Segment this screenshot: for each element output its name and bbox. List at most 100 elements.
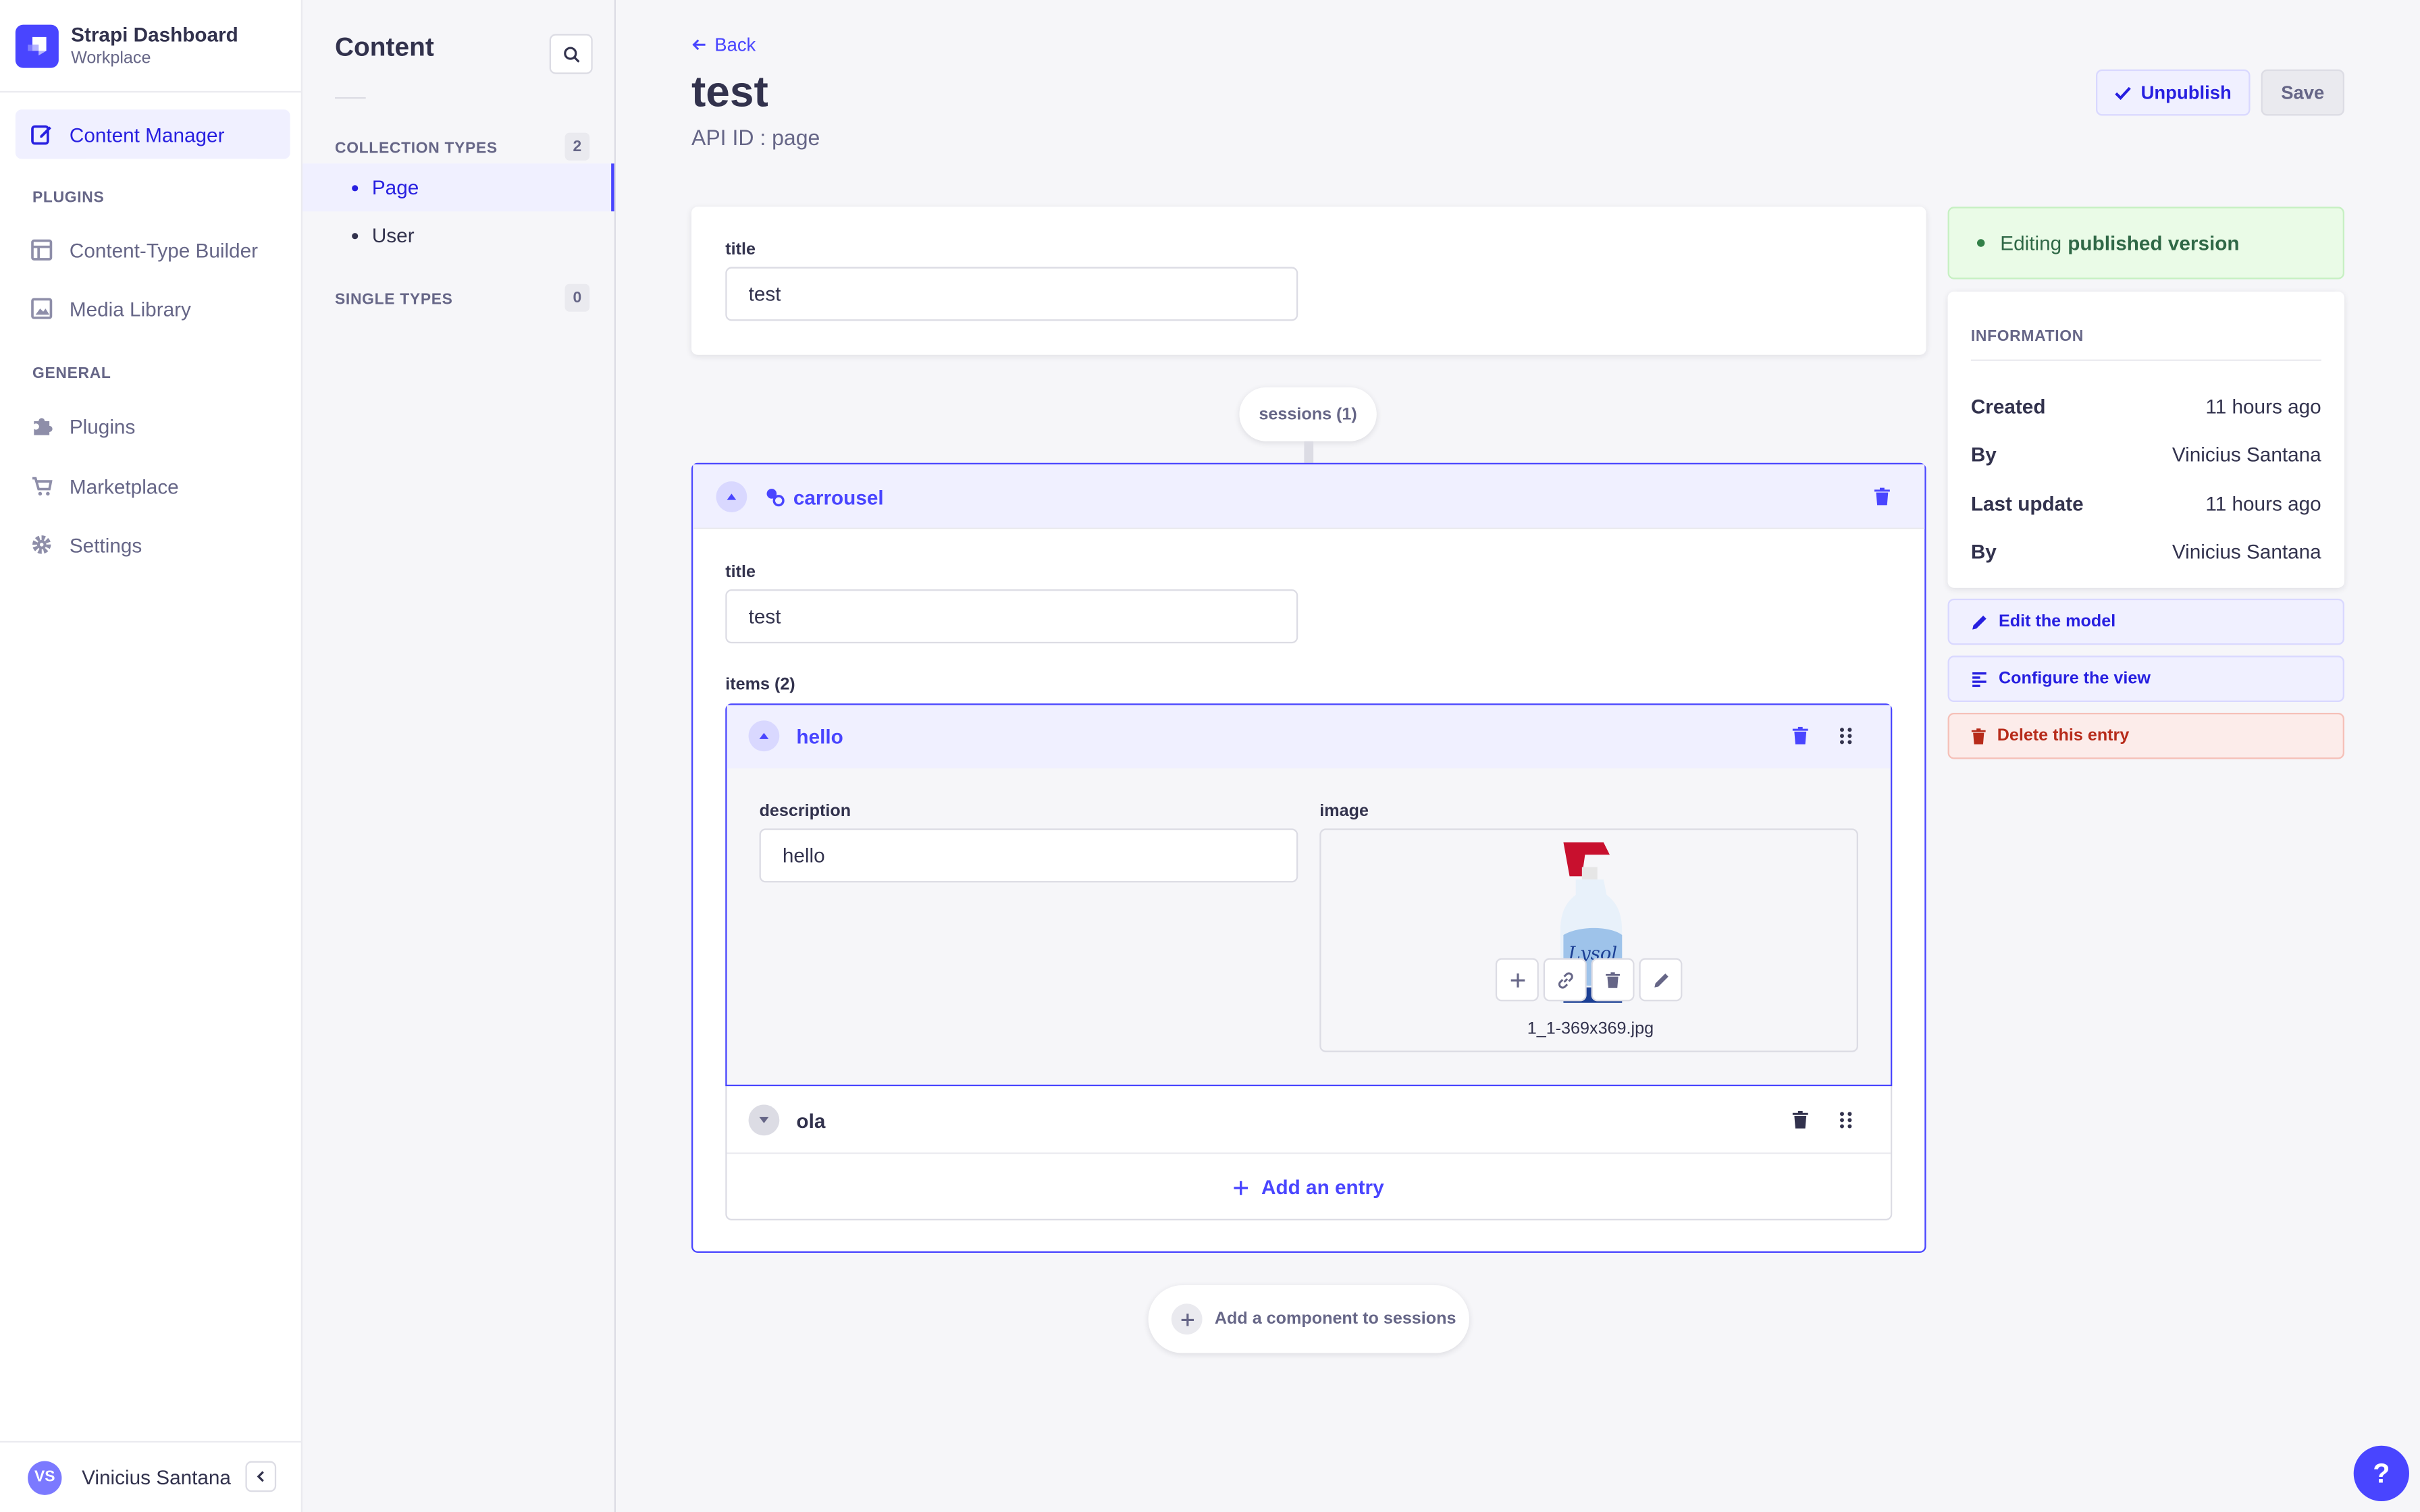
info-key: By: [1970, 539, 1997, 564]
drag-handle[interactable]: [1833, 724, 1858, 749]
information-panel: INFORMATION Created 11 hours ago By Vini…: [1947, 291, 2344, 588]
arrow-left-icon: [692, 39, 706, 51]
trash-icon: [1791, 1111, 1808, 1129]
comp-title-input[interactable]: test: [725, 589, 1298, 644]
user-name: Vinicius Santana: [82, 1465, 231, 1489]
caret-down-icon: [759, 1116, 769, 1123]
image-field[interactable]: Lysol 1_1-369x369.jpg: [1319, 828, 1858, 1052]
nav-content-type-builder-label: Content-Type Builder: [69, 238, 258, 262]
edit-asset-button[interactable]: [1639, 958, 1683, 1002]
avatar: VS: [28, 1460, 62, 1494]
chevron-left-icon: [257, 1471, 264, 1482]
status-dot-icon: [1976, 239, 1985, 247]
title-field-label: title: [725, 240, 756, 259]
edit-icon: [31, 124, 53, 145]
info-row-created-by: By Vinicius Santana: [1971, 443, 2321, 466]
puzzle-icon: [31, 415, 53, 437]
search-icon: [563, 46, 579, 62]
delete-item-button[interactable]: [1787, 1108, 1812, 1133]
list-item: hello description hello image Lysol 1_1-…: [725, 703, 1893, 1087]
nav-plugins[interactable]: Plugins: [16, 401, 290, 450]
subnav-item-label: Page: [371, 176, 419, 199]
add-component-button[interactable]: Add a component to sessions: [1148, 1285, 1469, 1353]
help-button[interactable]: ?: [2353, 1445, 2409, 1501]
gear-icon: [31, 534, 53, 556]
nav-settings-label: Settings: [69, 533, 142, 556]
divider: [334, 97, 366, 99]
nav-section-plugins: PLUGINS: [32, 190, 105, 207]
image-filename: 1_1-369x369.jpg: [1527, 1019, 1654, 1039]
plus-icon: [1234, 1180, 1248, 1195]
trash-icon: [1791, 726, 1808, 745]
carrousel-component: carrousel title test items (2) hello des…: [691, 462, 1926, 1253]
nav-media-library-label: Media Library: [69, 296, 191, 321]
brand[interactable]: Strapi Dashboard Workplace: [0, 0, 301, 93]
collapse-component-button[interactable]: [716, 481, 747, 512]
sub-nav: Content COLLECTION TYPES 2 Page User SIN…: [302, 0, 616, 1512]
connector-line: [1304, 441, 1314, 463]
add-entry-button[interactable]: Add an entry: [727, 1152, 1891, 1220]
unpublish-button[interactable]: Unpublish: [2095, 69, 2251, 116]
editing-prefix: Editing: [2000, 231, 2062, 255]
description-label: description: [759, 802, 851, 821]
info-value: Vinicius Santana: [2172, 539, 2321, 564]
comp-title-label: title: [725, 563, 756, 582]
info-key: Created: [1970, 395, 2046, 418]
nav-plugins-label: Plugins: [69, 414, 136, 437]
title-input[interactable]: test: [725, 267, 1298, 321]
api-id: API ID : page: [691, 125, 820, 150]
information-title: INFORMATION: [1970, 328, 2084, 346]
info-value: 11 hours ago: [2205, 395, 2321, 418]
back-link[interactable]: Back: [691, 34, 756, 55]
configure-view-button[interactable]: Configure the view: [1947, 655, 2344, 702]
subnav-item-page[interactable]: Page: [302, 163, 614, 212]
brand-subtitle: Workplace: [71, 49, 151, 68]
nav-marketplace[interactable]: Marketplace: [16, 461, 290, 510]
cart-icon: [31, 475, 53, 497]
brand-title: Strapi Dashboard: [71, 23, 238, 47]
edit-model-label: Edit the model: [1998, 612, 2116, 631]
add-asset-button[interactable]: [1495, 958, 1539, 1002]
divider: [1970, 359, 2321, 361]
list-item[interactable]: ola: [727, 1087, 1891, 1152]
info-row-updated-by: By Vinicius Santana: [1971, 540, 2321, 563]
title-card: title test: [691, 207, 1926, 355]
delete-entry-label: Delete this entry: [1997, 726, 2130, 745]
collection-types-count: 2: [564, 132, 590, 161]
delete-item-button[interactable]: [1787, 724, 1812, 749]
collection-types-heading[interactable]: COLLECTION TYPES: [335, 140, 498, 157]
expand-item-button[interactable]: [748, 1104, 780, 1136]
items-label: items (2): [725, 676, 795, 695]
layout-icon: [31, 239, 53, 261]
collapse-nav-button[interactable]: [245, 1461, 277, 1492]
trash-icon: [1971, 728, 1986, 744]
info-value: Vinicius Santana: [2172, 442, 2321, 466]
single-types-heading[interactable]: SINGLE TYPES: [335, 292, 453, 308]
delete-component-button[interactable]: [1869, 485, 1894, 510]
bullet-icon: [352, 185, 359, 192]
nav-media-library[interactable]: Media Library: [16, 284, 290, 333]
bullet-icon: [352, 233, 359, 240]
delete-entry-button[interactable]: Delete this entry: [1947, 712, 2344, 759]
image-actions: [1495, 958, 1687, 1002]
plus-circle-icon: [1171, 1303, 1203, 1335]
collapse-item-button[interactable]: [748, 720, 780, 752]
drag-handle[interactable]: [1833, 1108, 1858, 1133]
dynamic-zone-pill[interactable]: sessions (1): [1239, 387, 1377, 441]
description-input[interactable]: hello: [759, 828, 1298, 883]
save-button[interactable]: Save: [2261, 69, 2344, 116]
item-header[interactable]: hello: [727, 705, 1891, 769]
trash-icon: [1873, 487, 1889, 506]
configure-view-label: Configure the view: [1998, 669, 2151, 688]
subnav-item-user[interactable]: User: [302, 211, 614, 259]
nav-settings[interactable]: Settings: [16, 520, 290, 569]
subnav-search-button[interactable]: [549, 34, 593, 74]
copy-link-button[interactable]: [1543, 958, 1587, 1002]
strapi-logo-icon: [15, 24, 59, 68]
component-header[interactable]: carrousel: [693, 464, 1925, 529]
edit-model-button[interactable]: Edit the model: [1947, 598, 2344, 645]
delete-asset-button[interactable]: [1591, 958, 1635, 1002]
nav-content-manager[interactable]: Content Manager: [15, 109, 290, 159]
nav-content-type-builder[interactable]: Content-Type Builder: [16, 225, 290, 275]
nav-user[interactable]: VS Vinicius Santana: [0, 1440, 302, 1512]
